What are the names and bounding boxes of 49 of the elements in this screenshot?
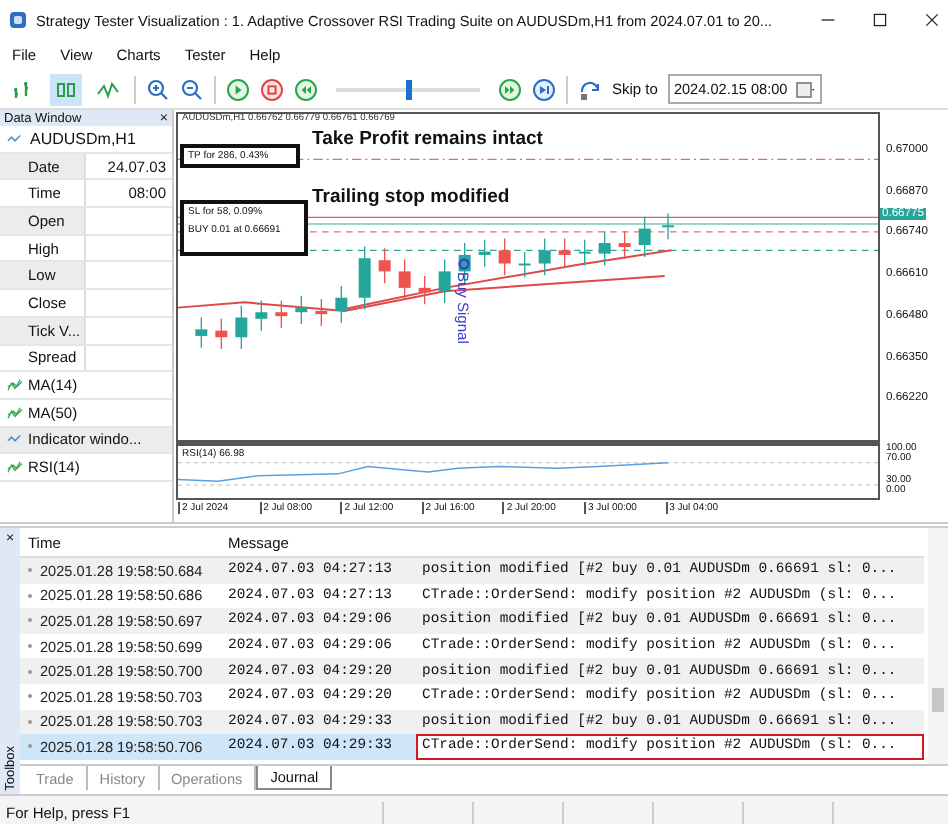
- symbol-label: AUDUSDm,H1: [30, 129, 136, 148]
- candle: [418, 275, 431, 305]
- annotation-text: Trailing stop modified: [312, 186, 510, 208]
- candle: [598, 230, 611, 267]
- candle: [478, 239, 491, 268]
- indicator-icon: [6, 460, 24, 475]
- candle: [295, 295, 308, 325]
- candle: [235, 305, 248, 350]
- line-chart-icon: [6, 131, 24, 146]
- calendar-dropdown-icon[interactable]: [793, 79, 816, 99]
- scrollbar[interactable]: [928, 528, 948, 764]
- candle: [538, 237, 551, 276]
- candle: [358, 245, 371, 311]
- skip-end-icon[interactable]: [532, 77, 556, 101]
- maximize-icon[interactable]: [872, 12, 888, 28]
- rewind-icon[interactable]: [294, 77, 318, 101]
- candle: [315, 298, 328, 327]
- candle: [398, 258, 411, 301]
- candle: [578, 239, 591, 267]
- speed-slider[interactable]: [336, 79, 480, 99]
- line-chart-icon: [6, 432, 24, 447]
- stop-icon[interactable]: [260, 77, 284, 101]
- candle: [662, 212, 674, 240]
- candle: [618, 230, 631, 260]
- indicator-icon: [6, 378, 24, 393]
- candle: [438, 258, 451, 304]
- candle: [275, 299, 288, 329]
- zoom-in-icon[interactable]: [146, 77, 170, 101]
- line-chart-icon: [96, 77, 120, 101]
- candle: [378, 247, 391, 284]
- candle: [558, 237, 571, 268]
- fast-forward-icon[interactable]: [498, 77, 522, 101]
- indicator-icon: [6, 405, 24, 420]
- candle: [638, 216, 651, 258]
- candle: [518, 250, 531, 278]
- app-icon: [8, 10, 28, 30]
- annotation-text: Take Profit remains intact: [312, 128, 543, 150]
- candle: [335, 285, 348, 324]
- close-icon[interactable]: [924, 12, 940, 28]
- candle: [195, 316, 208, 349]
- candle: [215, 318, 228, 350]
- speed-slider-thumb[interactable]: [405, 79, 411, 99]
- candle: [498, 237, 511, 276]
- refresh-arrow-icon[interactable]: [578, 77, 602, 101]
- candle-chart-icon: [54, 77, 78, 101]
- play-icon[interactable]: [226, 77, 250, 101]
- zoom-out-icon[interactable]: [180, 77, 204, 101]
- candle-chart-mode-button[interactable]: [50, 73, 82, 105]
- candle: [255, 299, 268, 332]
